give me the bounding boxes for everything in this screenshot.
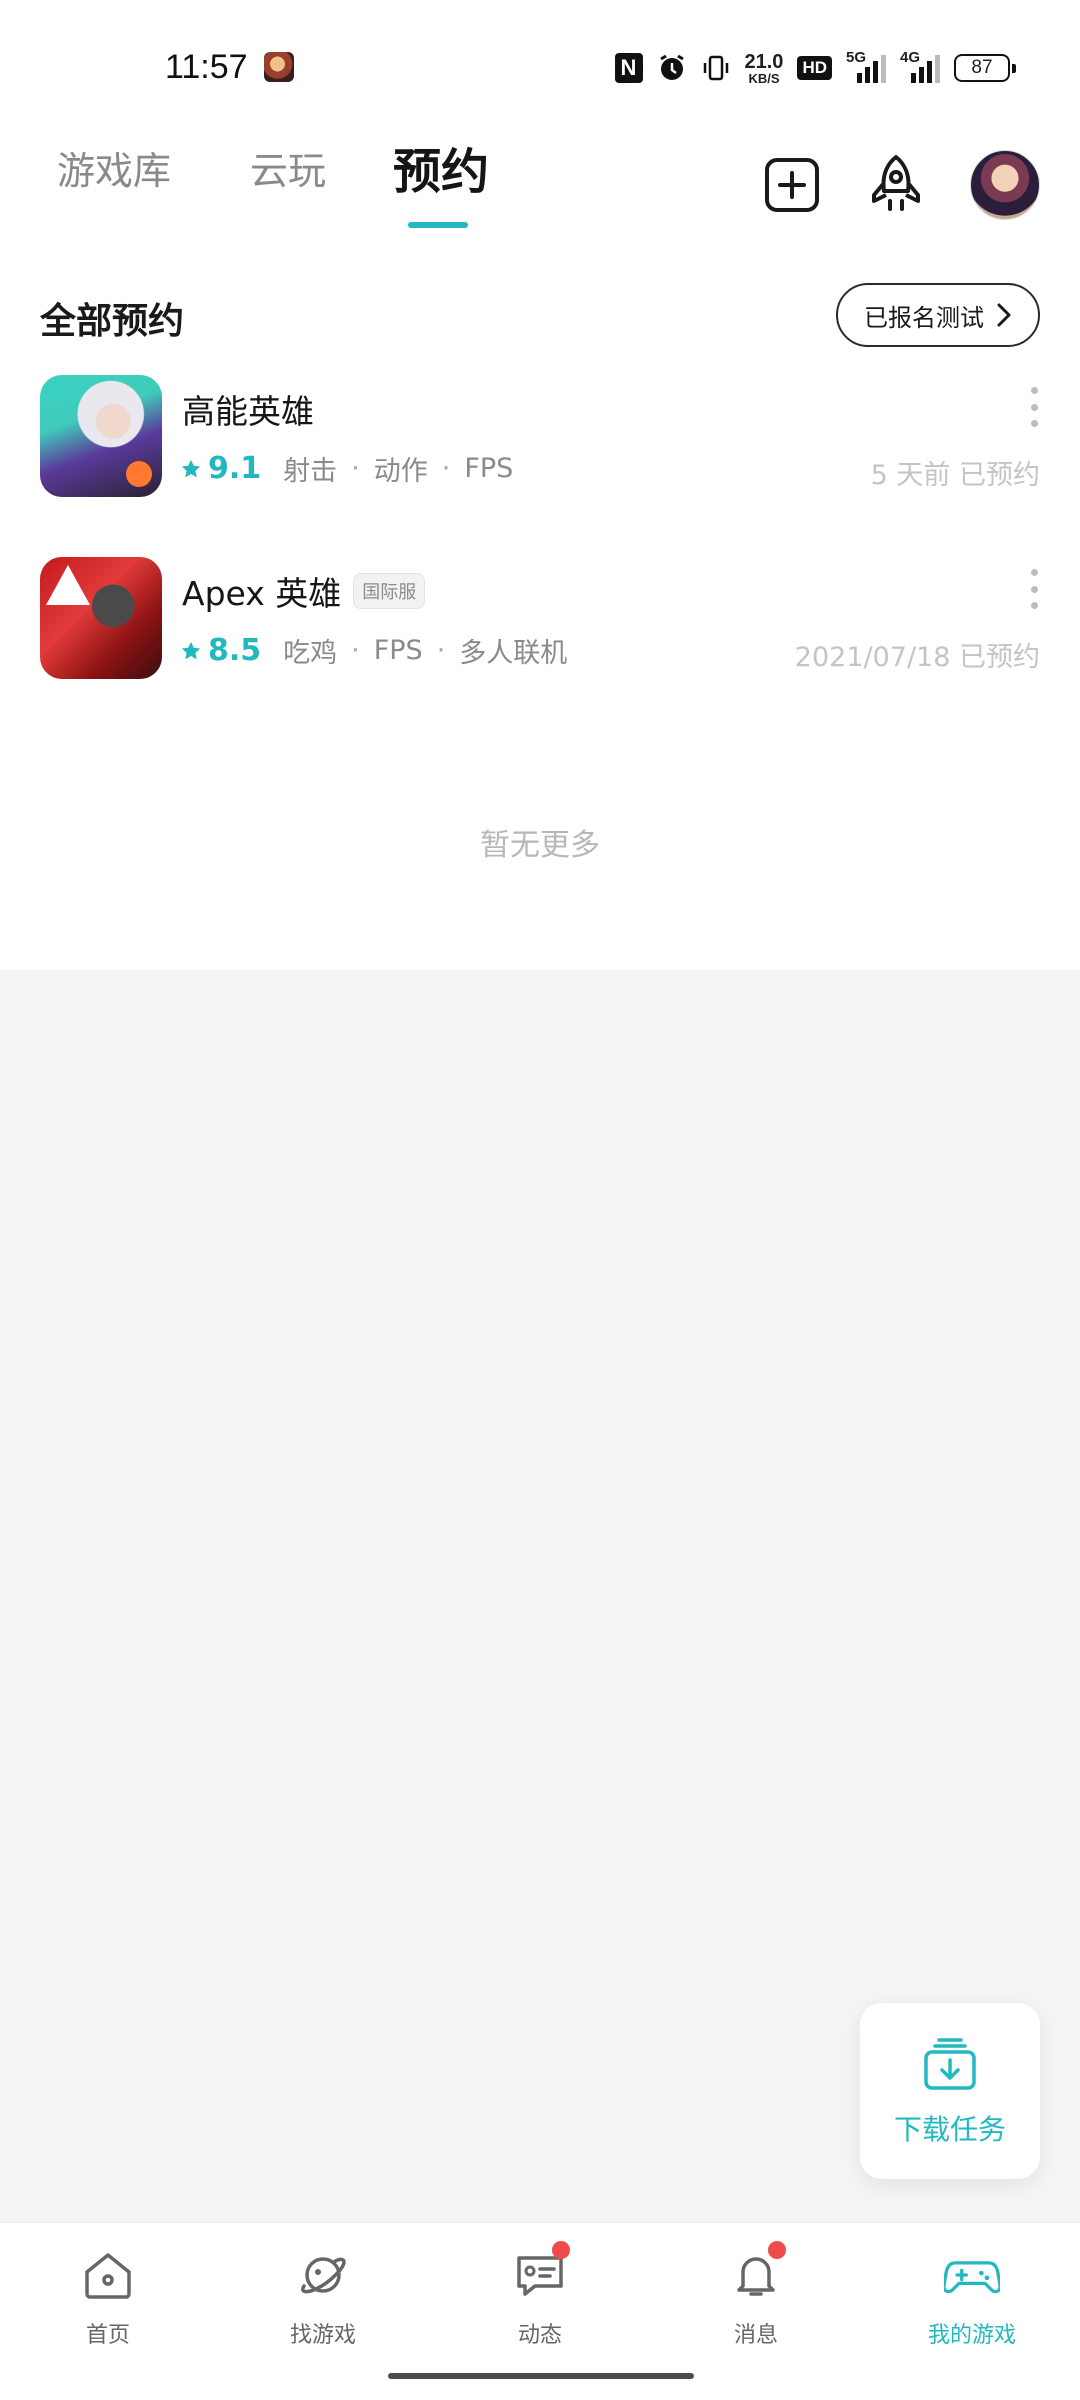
- status-icons: N 21.0 KB/S HD 5G 4G 87: [614, 48, 1016, 88]
- nfc-icon: N: [614, 53, 643, 83]
- signal-4g-icon: 4G: [900, 49, 940, 83]
- more-options-button[interactable]: [1024, 387, 1044, 427]
- more-options-button[interactable]: [1024, 569, 1044, 609]
- genre-tag: FPS: [464, 453, 514, 484]
- hd-call-icon: HD: [797, 56, 832, 80]
- game-notification-icon: [264, 52, 294, 82]
- gamepad-icon: [944, 2247, 1000, 2303]
- nav-discover[interactable]: 找游戏: [243, 2247, 403, 2349]
- network-speed-unit: KB/S: [748, 70, 780, 86]
- planet-icon: [295, 2247, 351, 2303]
- game-name-text: Apex 英雄: [182, 574, 342, 613]
- vibrate-icon: [701, 53, 731, 83]
- add-button[interactable]: [762, 155, 822, 215]
- registered-test-button[interactable]: 已报名测试: [836, 283, 1040, 347]
- download-task-button[interactable]: 下载任务: [860, 2003, 1040, 2179]
- genre-tag: 动作: [373, 456, 428, 487]
- rating-value: 9.1: [208, 451, 262, 486]
- network-speed: 21.0 KB/S: [745, 52, 784, 85]
- reservation-status: 5 天前 已预约: [870, 460, 1040, 491]
- genre-tag: 射击: [283, 456, 338, 487]
- nav-label: 首页: [85, 2323, 130, 2348]
- feed-icon: [512, 2241, 570, 2303]
- home-indicator-bar[interactable]: [388, 2373, 694, 2379]
- game-icon-image: [40, 375, 162, 497]
- list-item[interactable]: Apex 英雄 国际服 8.5 吃鸡 · FPS · 多人联机 2021/07/…: [0, 557, 1080, 707]
- tab-game-library[interactable]: 游戏库: [57, 140, 171, 195]
- game-meta: 8.5 吃鸡 · FPS · 多人联机: [180, 631, 567, 670]
- rating-value: 8.5: [208, 633, 262, 668]
- bell-icon: [728, 2241, 786, 2303]
- nav-label: 我的游戏: [927, 2323, 1016, 2348]
- notification-badge: [552, 2241, 570, 2259]
- star-icon: [181, 641, 201, 659]
- tab-reservations[interactable]: 预约: [393, 132, 489, 202]
- registered-test-label: 已报名测试: [864, 303, 984, 332]
- tab-cloud-play[interactable]: 云玩: [250, 140, 326, 195]
- nav-label: 动态: [517, 2323, 562, 2348]
- game-name-text: 高能英雄: [182, 392, 314, 431]
- top-tabs: 游戏库 云玩 预约: [0, 140, 700, 250]
- notification-badge: [768, 2241, 786, 2259]
- genre-tag: 多人联机: [459, 638, 568, 669]
- game-icon-image: [40, 557, 162, 679]
- nav-home[interactable]: 首页: [28, 2247, 188, 2349]
- active-tab-indicator: [408, 222, 468, 228]
- download-task-label: 下载任务: [893, 2113, 1006, 2146]
- star-icon: [181, 459, 201, 477]
- game-title: Apex 英雄 国际服: [182, 567, 426, 615]
- header-actions: [762, 140, 1040, 230]
- reservation-status: 2021/07/18 已预约: [794, 642, 1040, 673]
- game-rating: 9.1: [180, 451, 261, 486]
- nav-label: 消息: [733, 2323, 778, 2348]
- plus-square-icon: [765, 158, 819, 212]
- status-bar: 11:57 N 21.0 KB/S HD 5G 4G 87: [0, 0, 1080, 120]
- battery-indicator: 87: [954, 54, 1016, 82]
- home-icon: [80, 2247, 136, 2303]
- game-meta: 9.1 射击 · 动作 · FPS: [180, 449, 513, 488]
- genre-tag: 吃鸡: [283, 638, 338, 669]
- network-speed-value: 21.0: [744, 50, 784, 73]
- nav-my-games[interactable]: 我的游戏: [892, 2247, 1052, 2349]
- rocket-icon: [872, 155, 920, 211]
- nav-label: 找游戏: [289, 2323, 356, 2348]
- alarm-icon: [657, 53, 687, 83]
- game-rating: 8.5: [180, 633, 261, 668]
- list-end-text: 暂无更多: [480, 828, 600, 863]
- chevron-right-icon: [997, 303, 1011, 327]
- list-item[interactable]: 高能英雄 9.1 射击 · 动作 · FPS 5 天前 已预约: [0, 375, 1080, 525]
- game-title: 高能英雄: [182, 385, 314, 433]
- download-box-icon: [924, 2038, 976, 2090]
- server-tag: 国际服: [353, 573, 426, 609]
- genre-tag: FPS: [373, 635, 423, 666]
- nav-messages[interactable]: 消息: [676, 2241, 836, 2349]
- signal-5g-icon: 5G: [846, 49, 886, 83]
- section-title: 全部预约: [40, 301, 185, 342]
- status-time: 11:57: [165, 48, 248, 86]
- game-boost-button[interactable]: [866, 155, 926, 215]
- user-avatar[interactable]: [970, 150, 1040, 220]
- nav-feed[interactable]: 动态: [460, 2241, 620, 2349]
